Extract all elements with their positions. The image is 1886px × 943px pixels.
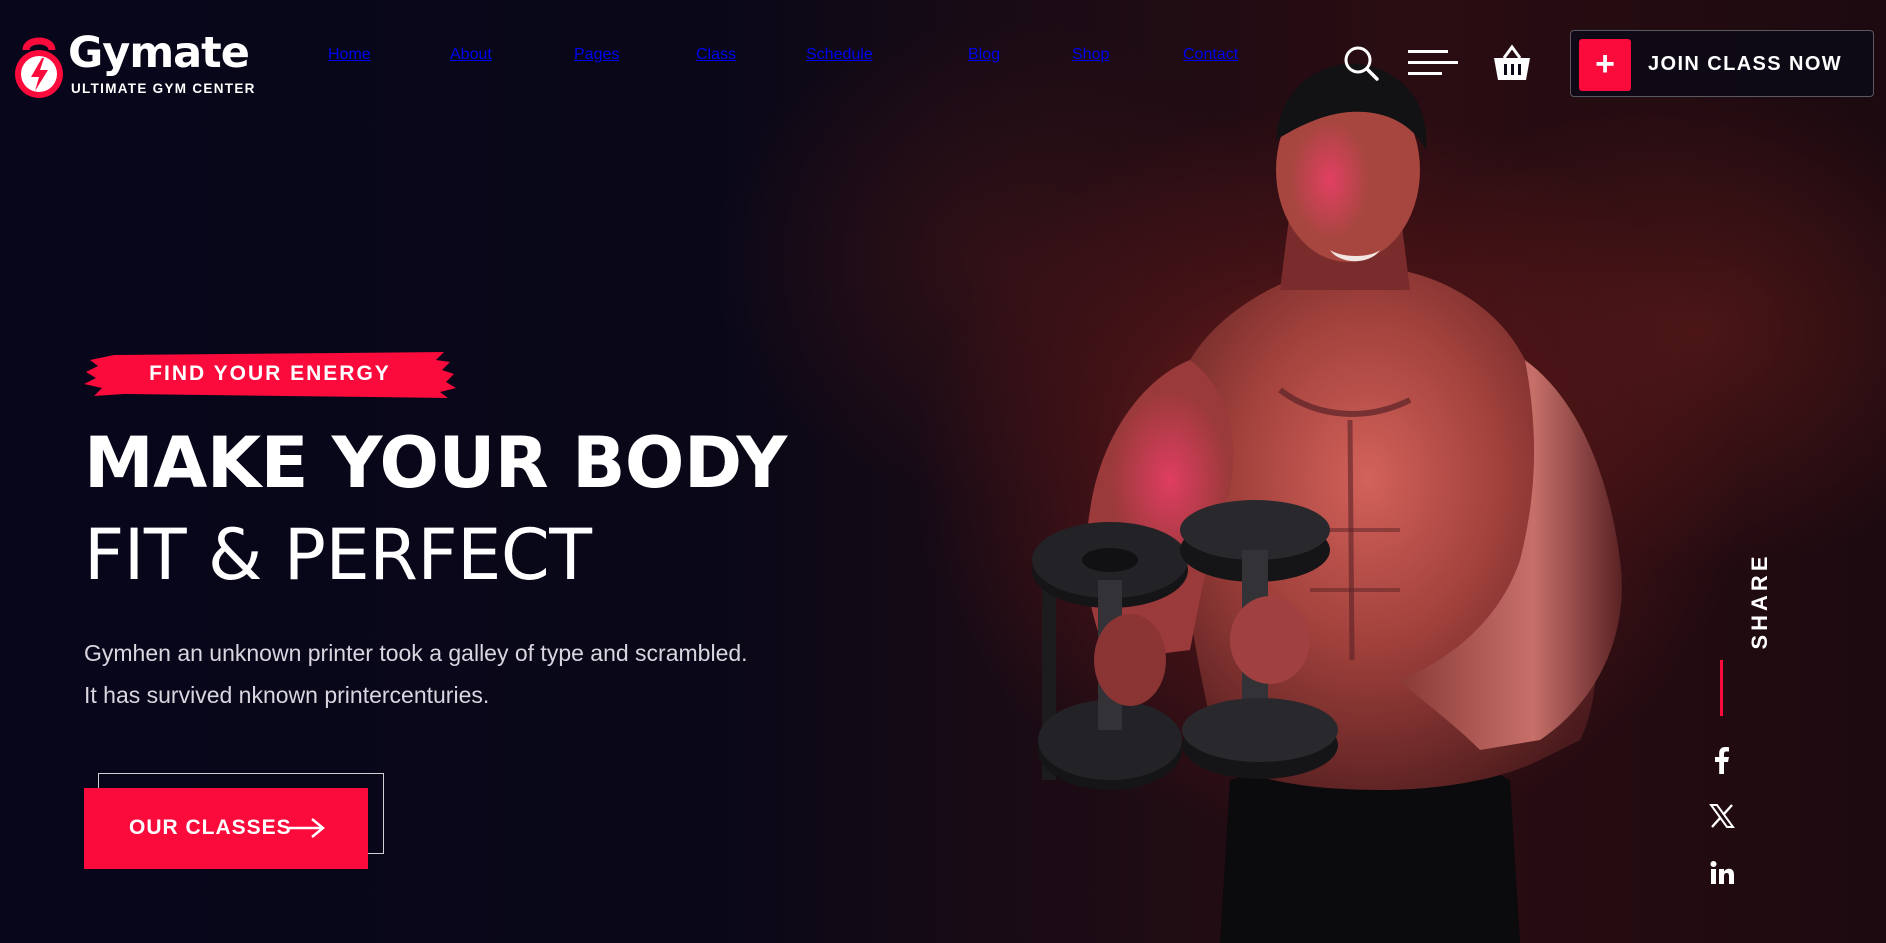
- description-line-1: Gymhen an unknown printer took a galley …: [84, 640, 748, 666]
- basket-icon[interactable]: [1492, 44, 1532, 82]
- join-class-label: JOIN CLASS NOW: [1648, 53, 1843, 75]
- brand-logo[interactable]: Gymate ULTIMATE GYM CENTER: [12, 28, 272, 102]
- facebook-icon[interactable]: [1708, 746, 1736, 774]
- search-icon[interactable]: [1343, 45, 1379, 81]
- x-icon[interactable]: [1708, 802, 1736, 830]
- nav-item-pages[interactable]: Pages: [574, 46, 619, 64]
- menu-icon[interactable]: [1408, 48, 1458, 78]
- linkedin-icon[interactable]: [1708, 859, 1736, 887]
- hero-section: Gymate ULTIMATE GYM CENTER Home About Pa…: [0, 0, 1886, 943]
- eyebrow-text: FIND YOUR ENERGY: [149, 362, 391, 385]
- athlete-image: [1032, 63, 1622, 943]
- headline-line-1: MAKE YOUR BODY: [84, 422, 787, 504]
- nav-item-about[interactable]: About: [450, 46, 492, 64]
- nav-item-class[interactable]: Class: [696, 46, 736, 64]
- site-header: Gymate ULTIMATE GYM CENTER Home About Pa…: [0, 0, 1886, 126]
- nav-item-contact[interactable]: Contact: [1183, 46, 1238, 64]
- kettlebell-logo-icon: [15, 37, 63, 98]
- nav-item-shop[interactable]: Shop: [1072, 46, 1109, 64]
- nav-item-schedule[interactable]: Schedule: [806, 46, 873, 64]
- hero-description: Gymhen an unknown printer took a galley …: [84, 632, 804, 716]
- join-class-button[interactable]: + JOIN CLASS NOW: [1570, 30, 1874, 97]
- our-classes-button[interactable]: OUR CLASSES: [84, 788, 368, 869]
- plus-icon: +: [1579, 39, 1631, 91]
- eyebrow-badge: FIND YOUR ENERGY: [84, 352, 456, 398]
- arrow-right-icon: [289, 818, 325, 838]
- our-classes-label: OUR CLASSES: [129, 816, 292, 839]
- nav-item-blog[interactable]: Blog: [968, 46, 1000, 64]
- share-divider: [1720, 660, 1723, 716]
- brand-name: Gymate: [68, 28, 250, 78]
- nav-item-home[interactable]: Home: [328, 46, 371, 64]
- description-line-2: It has survived nknown printercenturies.: [84, 682, 490, 708]
- brand-tagline: ULTIMATE GYM CENTER: [71, 81, 256, 96]
- share-label: SHARE: [1747, 552, 1772, 650]
- headline-line-2: FIT & PERFECT: [84, 514, 592, 596]
